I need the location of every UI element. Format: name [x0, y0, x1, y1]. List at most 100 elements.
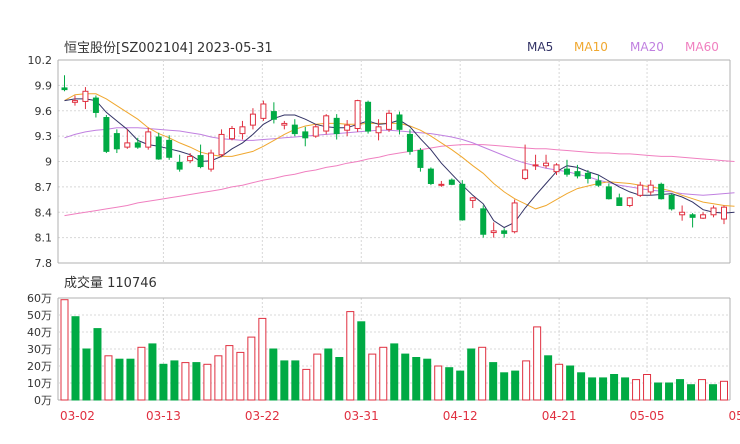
candlestick [113, 129, 120, 154]
candlestick-layer [61, 75, 727, 238]
date-tick-label: 03-22 [245, 409, 280, 423]
volume-bar [599, 377, 608, 401]
candlestick [626, 197, 633, 208]
candlestick [679, 205, 686, 221]
candle-body [490, 230, 497, 234]
candle-body [124, 142, 131, 148]
candlestick [344, 120, 351, 137]
ma60-line [64, 144, 735, 217]
date-tick-label: 04-21 [542, 409, 577, 423]
price-y-tick-label: 9.9 [35, 79, 53, 92]
candlestick [469, 197, 476, 209]
candle-body [239, 126, 246, 135]
volume-bar [170, 360, 179, 401]
price-y-tick-label: 7.8 [35, 257, 53, 270]
candlestick [689, 213, 696, 228]
candlestick [511, 199, 518, 234]
candle-body [291, 124, 298, 135]
candle-body [82, 90, 89, 102]
volume-bar [280, 360, 289, 401]
candle-body [448, 179, 455, 185]
candlestick [354, 99, 361, 132]
volume-bar [60, 299, 69, 401]
candlestick [532, 154, 539, 170]
candle-body [354, 100, 361, 130]
candlestick [61, 75, 68, 92]
candlestick [616, 193, 623, 206]
volume-bar [434, 365, 443, 401]
volume-bar [511, 370, 520, 401]
candlestick [721, 205, 727, 225]
candle-body [166, 139, 173, 158]
date-tick-label: 05-16 [729, 409, 740, 423]
volume-bar [324, 348, 333, 401]
candle-body [584, 172, 591, 179]
volume-bar [82, 348, 91, 401]
candle-body [270, 111, 277, 120]
date-tick-label: 05-05 [630, 409, 665, 423]
candlestick [145, 127, 152, 150]
price-y-tick-label: 9.3 [35, 130, 53, 143]
volume-bar [159, 363, 168, 401]
candle-body [333, 117, 340, 135]
candle-body [469, 197, 476, 201]
candlestick [605, 183, 612, 200]
volume-bar [588, 377, 597, 401]
candle-body [386, 112, 393, 130]
volume-bar [269, 348, 278, 401]
candlestick [260, 100, 267, 121]
candle-body [710, 207, 717, 216]
candle-body [668, 194, 675, 210]
candlestick [501, 228, 508, 238]
stock-chart-svg: 恒宝股份[SZ002104] 2023-05-31 MA5 MA10 MA20 … [27, 40, 740, 423]
volume-bar [214, 355, 223, 401]
candlestick [155, 132, 162, 160]
volume-bar [115, 358, 124, 401]
ma-legend: MA5 MA10 MA20 MA60 [527, 40, 719, 54]
candle-body [113, 133, 120, 150]
candlestick [637, 181, 644, 198]
candle-body [218, 133, 225, 156]
candle-body [323, 115, 330, 132]
candle-body [260, 103, 267, 119]
date-tick-label: 03-31 [344, 409, 379, 423]
price-y-tick-label: 9 [45, 156, 52, 169]
candle-body [197, 155, 204, 168]
volume-bar [192, 362, 201, 401]
volume-bar [467, 348, 476, 401]
candle-body [396, 114, 403, 130]
volume-bar [335, 357, 344, 401]
volume-bar [104, 355, 113, 401]
candle-body [249, 113, 256, 126]
price-y-tick-label: 8.1 [35, 232, 53, 245]
price-y-tick-label: 9.6 [35, 105, 53, 118]
candlestick [647, 180, 654, 196]
candlestick [124, 129, 131, 149]
candle-body [574, 171, 581, 177]
candlestick [386, 109, 393, 132]
volume-bar [643, 374, 652, 401]
legend-ma20: MA20 [630, 40, 664, 54]
date-tick-label: 03-02 [60, 409, 95, 423]
candle-body [459, 183, 466, 221]
candle-body [605, 186, 612, 200]
volume-y-tick-label: 0万 [34, 394, 52, 407]
candle-body [427, 168, 434, 184]
volume-y-tick-label: 30万 [27, 343, 52, 356]
volume-bar [665, 382, 674, 401]
volume-bar [71, 316, 80, 401]
volume-bar [566, 365, 575, 401]
candle-body [438, 183, 445, 186]
volume-bar [522, 360, 531, 401]
candle-body [406, 133, 413, 152]
candlestick [563, 159, 570, 177]
volume-bar [445, 367, 454, 401]
volume-bar [577, 372, 586, 401]
candle-body [721, 206, 727, 220]
volume-bar [456, 370, 465, 401]
volume-bar [181, 362, 190, 401]
candlestick [103, 114, 110, 154]
candle-body [71, 100, 78, 103]
volume-y-tick-label: 60万 [27, 292, 52, 305]
volume-bar [401, 353, 410, 401]
